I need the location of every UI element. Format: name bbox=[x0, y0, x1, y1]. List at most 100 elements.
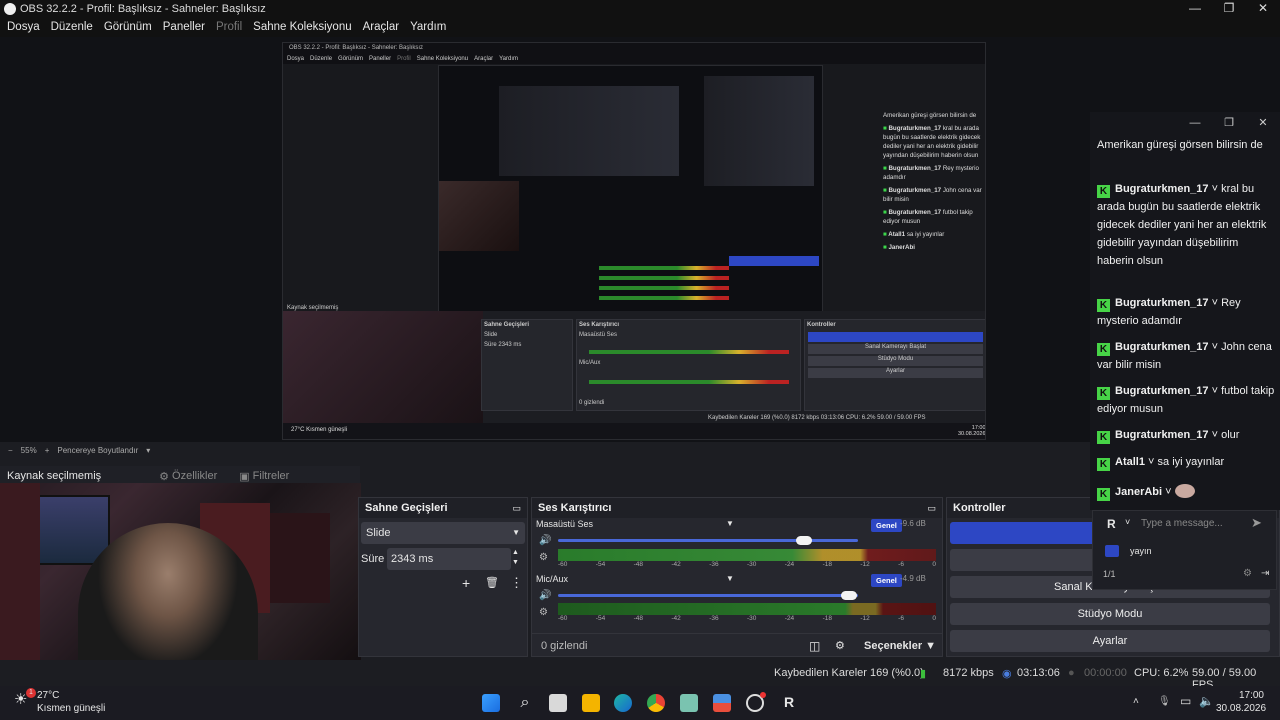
app-icon[interactable] bbox=[680, 694, 698, 712]
task-view-icon[interactable] bbox=[549, 694, 567, 712]
settings-button[interactable]: Ayarlar bbox=[950, 630, 1270, 652]
layout-toggle-icon[interactable]: ◫ bbox=[809, 639, 820, 653]
menu-file[interactable]: Dosya bbox=[7, 21, 40, 33]
desktop-volume-knob[interactable] bbox=[796, 536, 812, 545]
signal-icon: ▮ bbox=[920, 668, 927, 680]
edge-icon[interactable] bbox=[614, 694, 632, 712]
chat-message: K JanerAbi ˅ bbox=[1097, 483, 1277, 501]
network-icon[interactable]: ▭ bbox=[1180, 694, 1191, 708]
menu-docks[interactable]: Paneller bbox=[163, 21, 205, 33]
chrome-icon[interactable] bbox=[647, 694, 665, 712]
add-transition-icon[interactable]: + bbox=[462, 575, 470, 591]
transitions-title: Sahne Geçişleri bbox=[365, 502, 448, 514]
desktop-audio-label[interactable]: Masaüstü Ses ▼ bbox=[536, 519, 736, 531]
clock: 17:00 bbox=[1238, 690, 1264, 701]
r-app-icon[interactable]: R bbox=[784, 694, 794, 710]
chat-input-area: R ˅ Type a message... ➤ yayın 1/1 ⚙ ⇥ bbox=[1092, 510, 1277, 590]
gear-icon[interactable]: ⚙ bbox=[1243, 568, 1252, 579]
kick-badge-icon: K bbox=[1097, 488, 1110, 501]
hidden-count: 0 gizlendi bbox=[541, 640, 588, 652]
menu-view[interactable]: Görünüm bbox=[104, 21, 152, 33]
stream-icon: ◉ bbox=[1002, 668, 1012, 680]
chat-close-button[interactable]: ✕ bbox=[1246, 114, 1280, 132]
kick-badge-icon: K bbox=[1097, 458, 1110, 471]
nested-panels: Kaynak seçilmemiş Sahne Geçişleri Slide Sü… bbox=[283, 305, 985, 439]
kick-badge-icon: K bbox=[1097, 387, 1110, 400]
controls-title: Kontroller bbox=[953, 502, 1006, 514]
minimize-button[interactable]: — bbox=[1178, 0, 1212, 17]
menu-tools[interactable]: Araçlar bbox=[363, 21, 399, 33]
store-icon[interactable] bbox=[713, 694, 731, 712]
speaker-icon[interactable]: 🔊 bbox=[539, 535, 551, 546]
mic-aux-db: -4.9 dB bbox=[900, 574, 926, 583]
bitrate: 8172 kbps bbox=[943, 667, 994, 679]
chevron-down-icon[interactable]: ▾ bbox=[146, 446, 150, 455]
menu-edit[interactable]: Düzenle bbox=[51, 21, 93, 33]
mixer-settings-icon[interactable]: ⚙ bbox=[835, 639, 845, 652]
desktop-meter-scale: -60 -54 -48 -42 -36 -30 -24 -18 -12 -6 0 bbox=[558, 561, 936, 568]
more-options-icon[interactable]: ⋮ bbox=[510, 575, 523, 591]
send-icon[interactable]: ➤ bbox=[1251, 515, 1262, 531]
nested-menu: Dosya Düzenle Görünüm Paneller Profil Sahne K… bbox=[283, 54, 985, 64]
studio-mode-button[interactable]: Stüdyo Modu bbox=[950, 603, 1270, 625]
speaker-icon[interactable]: 🔊 bbox=[539, 590, 551, 601]
fit-window-dropdown[interactable]: Pencereye Boyutlandır bbox=[57, 446, 138, 455]
popout-icon[interactable]: ⇥ bbox=[1261, 568, 1269, 579]
duration-input[interactable]: 2343 ms bbox=[387, 548, 511, 570]
duration-stepper[interactable]: ▲ ▼ bbox=[512, 548, 519, 568]
trash-icon[interactable]: 🗑 bbox=[485, 576, 499, 589]
file-explorer-icon[interactable] bbox=[582, 694, 600, 712]
filters-button[interactable]: Filtreler bbox=[253, 470, 290, 482]
chat-message: K Bugraturkmen_17 ˅ John cena var bilir m… bbox=[1097, 341, 1272, 371]
zoom-out-icon[interactable]: − bbox=[8, 446, 13, 455]
date: 30.08.2026 bbox=[1216, 703, 1267, 714]
chat-message: K Bugraturkmen_17 ˅ kral bu arada bugün b… bbox=[1097, 183, 1267, 267]
chat-maximize-button[interactable]: ❐ bbox=[1212, 114, 1246, 132]
chat-count: 1/1 bbox=[1103, 569, 1116, 579]
mic-volume-knob[interactable] bbox=[841, 591, 857, 600]
mic-volume-slider[interactable] bbox=[558, 594, 858, 597]
transition-select[interactable]: Slide ▼ bbox=[361, 522, 525, 544]
dropped-frames: Kaybedilen Kareler 169 (%0.0) bbox=[774, 667, 924, 679]
menu-profile[interactable]: Profil bbox=[216, 21, 242, 33]
menu-help[interactable]: Yardım bbox=[410, 21, 446, 33]
desktop-audio-db: -9.6 dB bbox=[900, 519, 926, 528]
options-dropdown[interactable]: Seçenekler ▼ bbox=[864, 640, 936, 652]
nested-title: OBS 32.2.2 - Profil: Başlıksız - Sahnele… bbox=[283, 43, 985, 54]
chat-minimize-button[interactable]: — bbox=[1178, 114, 1212, 132]
status-bar: Kaybedilen Kareler 169 (%0.0) ▮ 8172 kbp… bbox=[0, 660, 1280, 691]
menu-bar: Dosya Düzenle Görünüm Paneller Profil Sa… bbox=[0, 17, 1280, 37]
dock-icon[interactable]: ▭ bbox=[512, 503, 521, 514]
chat-message: K Atall1 ˅ sa iyi yayınlar bbox=[1097, 453, 1277, 471]
maximize-button[interactable]: ❐ bbox=[1212, 0, 1246, 17]
menu-scene-collection[interactable]: Sahne Koleksiyonu bbox=[253, 21, 351, 33]
volume-icon[interactable]: 🔈 bbox=[1199, 694, 1214, 708]
audio-settings-icon[interactable]: ⚙ bbox=[539, 552, 548, 563]
taskbar: ☀ 1 27°C Kısmen güneşli ⌕ R ˄ 🎙 ▭ 🔈 17:0… bbox=[0, 686, 1280, 720]
properties-button[interactable]: Özellikler bbox=[172, 470, 217, 482]
kick-badge-icon: K bbox=[1097, 185, 1110, 198]
zoom-in-icon[interactable]: + bbox=[45, 446, 50, 455]
close-button[interactable]: ✕ bbox=[1246, 0, 1280, 17]
mic-aux-label[interactable]: Mic/Aux ▼ bbox=[536, 574, 736, 586]
record-time: 00:00:00 bbox=[1084, 667, 1127, 679]
chevron-up-icon[interactable]: ˄ bbox=[1133, 696, 1139, 707]
dock-icon[interactable]: ▭ bbox=[927, 503, 936, 514]
search-icon[interactable]: ⌕ bbox=[516, 694, 534, 712]
chat-message: K Bugraturkmen_17 ˅ futbol takip ediyor m… bbox=[1097, 385, 1275, 415]
weather-text: Kısmen güneşli bbox=[37, 703, 106, 714]
audio-settings-icon[interactable]: ⚙ bbox=[539, 607, 548, 618]
r-logo-icon: R bbox=[1107, 517, 1116, 531]
mic-icon[interactable]: 🎙 bbox=[1158, 696, 1171, 707]
zoom-bar: − 55% + Pencereye Boyutlandır ▾ bbox=[0, 442, 1280, 459]
desktop-volume-slider[interactable] bbox=[558, 539, 858, 542]
windows-start-icon[interactable] bbox=[482, 694, 500, 712]
chat-message-input[interactable]: Type a message... bbox=[1141, 518, 1223, 529]
kick-badge-icon: K bbox=[1097, 431, 1110, 444]
chat-message: K Bugraturkmen_17 ˅ olur bbox=[1097, 426, 1277, 444]
notification-badge: 1 bbox=[26, 688, 36, 698]
chat-message: Amerikan güreşi görsen bilirsin de bbox=[1097, 139, 1263, 151]
duration-label: Süre bbox=[361, 553, 385, 565]
chevron-down-icon[interactable]: ˅ bbox=[1125, 517, 1130, 527]
record-icon: ● bbox=[1068, 667, 1075, 679]
